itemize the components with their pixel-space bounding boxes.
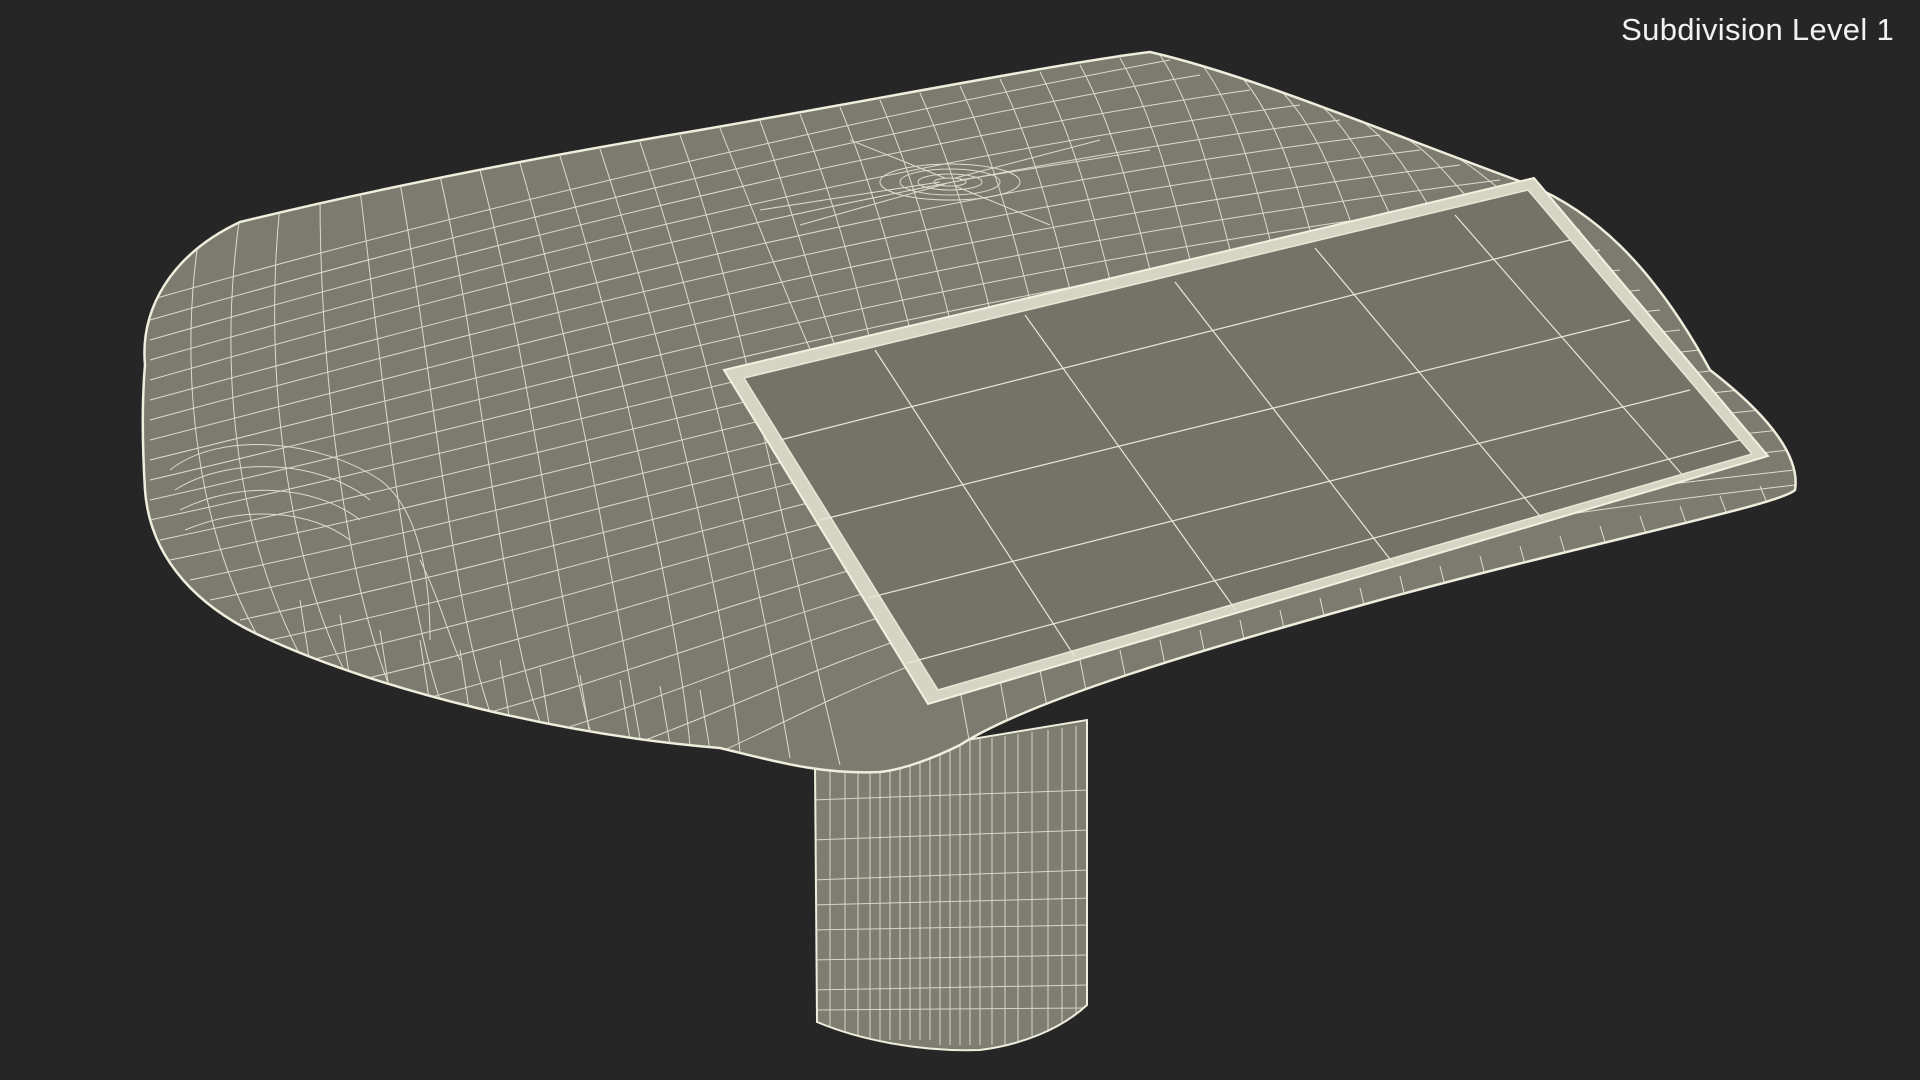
housing-body	[141, 50, 1797, 774]
wireframe-model	[141, 50, 1797, 1052]
render-viewport: Subdivision Level 1	[0, 0, 1920, 1080]
subdivision-level-label: Subdivision Level 1	[1621, 12, 1894, 47]
